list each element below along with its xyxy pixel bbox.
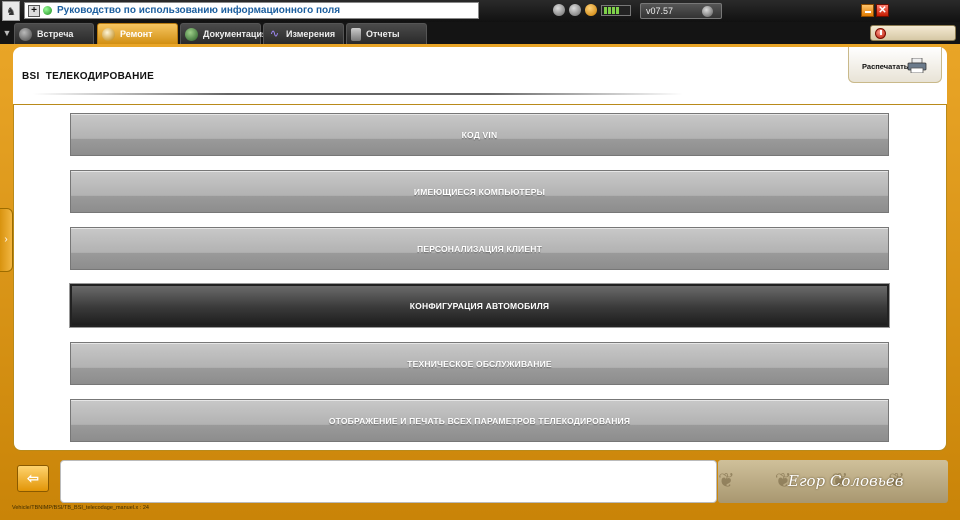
tab-remont[interactable]: Ремонт — [97, 23, 178, 44]
wrench-icon — [102, 27, 115, 41]
message-area — [60, 460, 717, 503]
tab-otchety[interactable]: Отчеты — [346, 23, 427, 44]
tab-label: Ремонт — [120, 29, 153, 39]
tab-label: Документация — [203, 29, 268, 39]
globe-icon — [19, 27, 32, 41]
menu-panel: КОД VIN ИМЕЮЩИЕСЯ КОМПЬЮТЕРЫ ПЕРСОНАЛИЗА… — [13, 104, 947, 451]
help-text[interactable]: Руководство по использованию информацион… — [57, 5, 340, 16]
menu-item-label: ИМЕЮЩИЕСЯ КОМПЬЮТЕРЫ — [413, 186, 546, 197]
wave-icon: ∿ — [269, 27, 280, 40]
expand-icon[interactable]: + — [28, 4, 40, 17]
alert-icon[interactable] — [585, 4, 597, 16]
close-button[interactable]: ✕ — [876, 4, 889, 17]
print-button[interactable]: Распечатать — [848, 47, 942, 83]
menu-item-vehicle-configuration[interactable]: КОНФИГУРАЦИЯ АВТОМОБИЛЯ — [70, 284, 889, 327]
sound-icon[interactable] — [569, 4, 581, 16]
status-path: Vehicle/TBNIMP/BSI/TB_BSI_telecodage_man… — [12, 505, 149, 511]
printer-icon — [907, 58, 927, 73]
tab-dokumentatsiya[interactable]: Документация — [180, 23, 267, 44]
tab-label: Встреча — [37, 29, 74, 39]
connection-icon[interactable] — [553, 4, 565, 16]
chevron-down-icon[interactable]: ▼ — [2, 25, 12, 41]
signature-watermark: ❦❦❦❦ Егор Соловьев — [718, 460, 948, 503]
menu-item-client-personalization[interactable]: ПЕРСОНАЛИЗАЦИЯ КЛИЕНТ — [70, 227, 889, 270]
brand-logo: ♞ — [2, 1, 20, 21]
help-bar[interactable]: + Руководство по использованию информаци… — [24, 2, 479, 19]
tab-label: Измерения — [286, 29, 336, 39]
tab-bar: ▼ Встреча Ремонт Документация ∿ Измерени… — [0, 22, 960, 44]
version-field: v07.57 — [640, 3, 722, 19]
menu-item-label: ТЕХНИЧЕСКОЕ ОБСЛУЖИВАНИЕ — [407, 358, 552, 369]
page-title: BSI ТЕЛЕКОДИРОВАНИЕ — [22, 71, 155, 82]
title-divider — [33, 93, 683, 95]
version-label: v07.57 — [646, 6, 674, 16]
menu-item-label: КОД VIN — [461, 129, 498, 140]
main-frame: BSI ТЕЛЕКОДИРОВАНИЕ Распечатать КОД VIN … — [0, 44, 960, 520]
app-window: ♞ + Руководство по использованию информа… — [0, 0, 960, 520]
menu-item-available-ecus[interactable]: ИМЕЮЩИЕСЯ КОМПЬЮТЕРЫ — [70, 170, 889, 213]
side-panel-toggle[interactable]: › — [0, 208, 13, 272]
status-green-icon — [43, 6, 52, 15]
menu-item-label: ОТОБРАЖЕНИЕ И ПЕЧАТЬ ВСЕХ ПАРАМЕТРОВ ТЕЛ… — [328, 415, 631, 426]
arrow-left-icon: ⇦ — [27, 470, 39, 486]
minimize-button[interactable] — [861, 4, 874, 17]
chevron-right-icon: › — [4, 234, 8, 245]
version-knob-icon[interactable] — [702, 6, 713, 17]
back-button[interactable]: ⇦ — [17, 465, 49, 492]
status-icons — [553, 4, 631, 16]
print-label: Распечатать — [862, 62, 909, 71]
menu-item-label: ПЕРСОНАЛИЗАЦИЯ КЛИЕНТ — [417, 243, 542, 254]
report-icon — [351, 27, 361, 41]
power-icon[interactable] — [875, 28, 886, 39]
menu-item-display-print-parameters[interactable]: ОТОБРАЖЕНИЕ И ПЕЧАТЬ ВСЕХ ПАРАМЕТРОВ ТЕЛ… — [70, 399, 889, 442]
menu-item-label: КОНФИГУРАЦИЯ АВТОМОБИЛЯ — [409, 300, 550, 311]
status-widget[interactable] — [870, 25, 956, 41]
tab-label: Отчеты — [366, 29, 400, 39]
header-panel: BSI ТЕЛЕКОДИРОВАНИЕ Распечатать — [13, 47, 947, 104]
title-bar: ♞ + Руководство по использованию информа… — [0, 0, 960, 22]
book-icon — [185, 27, 198, 41]
signature-text: Егор Соловьев — [788, 472, 904, 490]
menu-item-vin-code[interactable]: КОД VIN — [70, 113, 889, 156]
menu-item-maintenance[interactable]: ТЕХНИЧЕСКОЕ ОБСЛУЖИВАНИЕ — [70, 342, 889, 385]
battery-icon — [601, 4, 631, 16]
tab-izmereniya[interactable]: ∿ Измерения — [263, 23, 344, 44]
tab-vstrecha[interactable]: Встреча — [14, 23, 94, 44]
